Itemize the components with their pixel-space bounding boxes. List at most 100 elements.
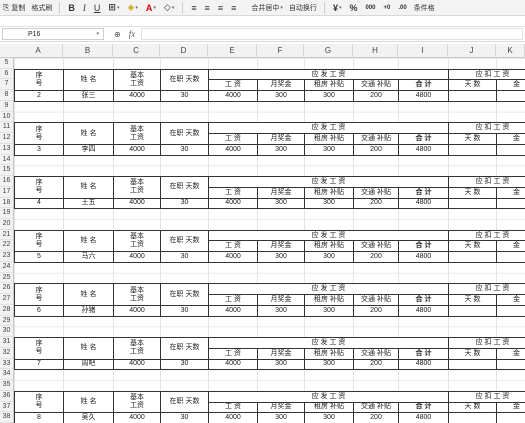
row-header-13[interactable]: 13 <box>0 144 13 155</box>
row-header-11[interactable]: 11 <box>0 122 13 134</box>
header-base-salary[interactable]: 基本 工资 <box>113 283 161 306</box>
decrease-decimal-button[interactable]: .00 <box>394 5 410 11</box>
name-box[interactable]: P16 ▾ <box>2 28 104 40</box>
header-name[interactable]: 姓 名 <box>63 229 114 253</box>
row-header-35[interactable]: 35 <box>0 380 13 391</box>
formula-input[interactable] <box>141 28 523 40</box>
cell-days-worked[interactable]: 30 <box>160 90 209 102</box>
cell-rent-allowance[interactable]: 300 <box>304 90 354 102</box>
cell-deduct-days[interactable] <box>448 358 497 371</box>
row-header-10[interactable]: 10 <box>0 112 13 123</box>
cell-days-worked[interactable]: 30 <box>160 358 209 371</box>
cell-base-salary[interactable]: 4000 <box>113 251 161 263</box>
wrap-text-button[interactable]: 自动换行 <box>286 1 320 15</box>
header-seq[interactable]: 序 号 <box>14 122 64 145</box>
italic-button[interactable]: I <box>79 3 90 13</box>
row-header-9[interactable]: 9 <box>0 101 13 112</box>
cell-seq[interactable]: 7 <box>14 358 64 371</box>
header-base-salary[interactable]: 基本 工资 <box>113 68 161 92</box>
header-name[interactable]: 姓 名 <box>63 122 114 145</box>
cell-name[interactable]: 吴久 <box>63 412 114 423</box>
row-header-28[interactable]: 28 <box>0 305 13 316</box>
column-header-h[interactable]: H <box>353 44 398 58</box>
row-header-23[interactable]: 23 <box>0 251 13 262</box>
cell-wage[interactable]: 4000 <box>208 412 258 423</box>
cell-name[interactable]: 王五 <box>63 197 114 210</box>
cell-deduct-days[interactable] <box>448 90 497 102</box>
cell-deduct-amount[interactable] <box>496 412 525 423</box>
font-color-button[interactable]: A ▾ <box>142 3 160 13</box>
cell-days-worked[interactable]: 30 <box>160 197 209 210</box>
cell-deduct-amount[interactable] <box>496 197 525 210</box>
cell-days-worked[interactable]: 30 <box>160 143 209 156</box>
cell-days-worked[interactable]: 30 <box>160 304 209 317</box>
header-seq[interactable]: 序 号 <box>14 337 64 360</box>
increase-decimal-button[interactable]: +0 <box>380 5 395 11</box>
cell-total[interactable]: 4800 <box>398 251 449 263</box>
header-base-salary[interactable]: 基本 工资 <box>113 229 161 253</box>
cell-monthly-bonus[interactable]: 300 <box>257 90 305 102</box>
header-days-worked[interactable]: 在职 天数 <box>160 176 209 199</box>
header-days-worked[interactable]: 在职 天数 <box>160 68 209 92</box>
column-header-d[interactable]: D <box>160 44 208 58</box>
align-left-button[interactable]: ≡ <box>187 3 200 13</box>
cell-base-salary[interactable]: 4000 <box>113 90 161 102</box>
row-header-14[interactable]: 14 <box>0 155 13 166</box>
row-header-5[interactable]: 5 <box>0 58 13 69</box>
cell-base-salary[interactable]: 4000 <box>113 412 161 423</box>
cell-rent-allowance[interactable]: 300 <box>304 143 354 156</box>
align-justify-button[interactable]: ≡ <box>227 3 240 13</box>
cell-monthly-bonus[interactable]: 300 <box>257 358 305 371</box>
column-header-c[interactable]: C <box>113 44 160 58</box>
row-header-8[interactable]: 8 <box>0 90 13 101</box>
row-header-22[interactable]: 22 <box>0 240 13 252</box>
cell-total[interactable]: 4800 <box>398 358 449 371</box>
header-base-salary[interactable]: 基本 工资 <box>113 176 161 199</box>
header-name[interactable]: 姓 名 <box>63 390 114 414</box>
header-days-worked[interactable]: 在职 天数 <box>160 229 209 253</box>
row-header-36[interactable]: 36 <box>0 391 13 402</box>
cell-rent-allowance[interactable]: 300 <box>304 251 354 263</box>
cell-seq[interactable]: 4 <box>14 197 64 210</box>
row-header-17[interactable]: 17 <box>0 187 13 198</box>
cell-monthly-bonus[interactable]: 300 <box>257 197 305 210</box>
row-header-16[interactable]: 16 <box>0 176 13 187</box>
cell-base-salary[interactable]: 4000 <box>113 304 161 317</box>
cell-seq[interactable]: 8 <box>14 412 64 423</box>
cell-name[interactable]: 孙猪 <box>63 304 114 317</box>
column-header-e[interactable]: E <box>208 44 257 58</box>
cell-deduct-days[interactable] <box>448 143 497 156</box>
cell-days-worked[interactable]: 30 <box>160 412 209 423</box>
row-header-31[interactable]: 31 <box>0 337 13 348</box>
cell-wage[interactable]: 4000 <box>208 143 258 156</box>
cell-transport-allowance[interactable]: 200 <box>353 143 399 156</box>
cell-rent-allowance[interactable]: 300 <box>304 412 354 423</box>
cell-name[interactable]: 张三 <box>63 90 114 102</box>
cell-wage[interactable]: 4000 <box>208 304 258 317</box>
header-seq[interactable]: 序 号 <box>14 390 64 414</box>
cell-deduct-amount[interactable] <box>496 251 525 263</box>
cell-transport-allowance[interactable]: 200 <box>353 197 399 210</box>
header-name[interactable]: 姓 名 <box>63 68 114 92</box>
column-header-a[interactable]: A <box>14 44 63 58</box>
copy-button[interactable]: ⎘ 复制 <box>0 1 28 15</box>
row-header-32[interactable]: 32 <box>0 348 13 359</box>
row-header-37[interactable]: 37 <box>0 402 13 413</box>
cell-wage[interactable]: 4000 <box>208 90 258 102</box>
cell-monthly-bonus[interactable]: 300 <box>257 304 305 317</box>
header-name[interactable]: 姓 名 <box>63 176 114 199</box>
cell-total[interactable]: 4800 <box>398 304 449 317</box>
cell-transport-allowance[interactable]: 200 <box>353 251 399 263</box>
row-header-33[interactable]: 33 <box>0 359 13 370</box>
header-base-salary[interactable]: 基本 工资 <box>113 337 161 360</box>
align-right-button[interactable]: ≡ <box>214 3 227 13</box>
header-name[interactable]: 姓 名 <box>63 337 114 360</box>
row-header-20[interactable]: 20 <box>0 219 13 230</box>
cell-deduct-days[interactable] <box>448 304 497 317</box>
cell-wage[interactable]: 4000 <box>208 251 258 263</box>
cell-name[interactable]: 马六 <box>63 251 114 263</box>
cell-monthly-bonus[interactable]: 300 <box>257 251 305 263</box>
header-base-salary[interactable]: 基本 工资 <box>113 122 161 145</box>
header-seq[interactable]: 序 号 <box>14 229 64 253</box>
row-header-27[interactable]: 27 <box>0 294 13 305</box>
